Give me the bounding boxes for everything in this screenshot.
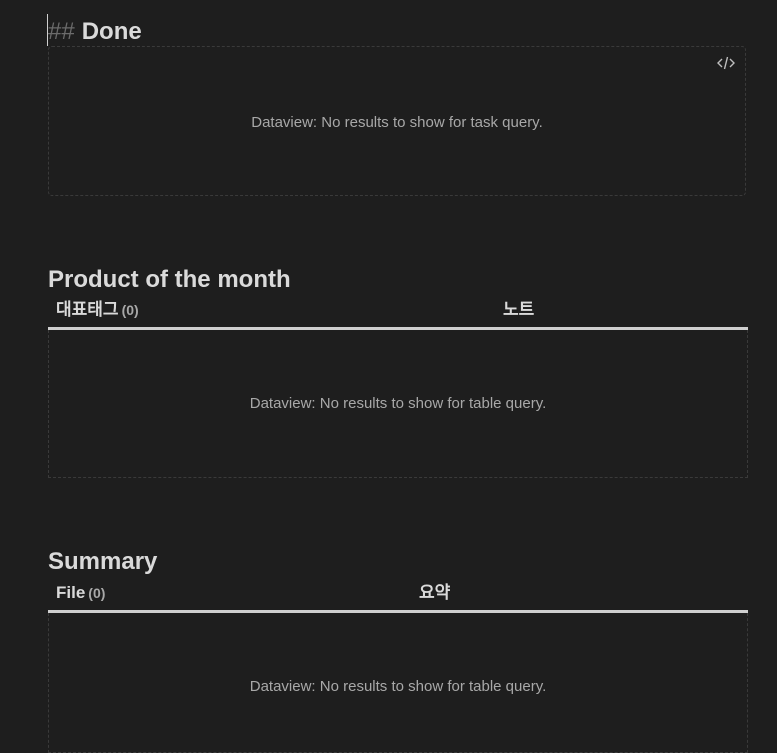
- table-query-empty-message: Dataview: No results to show for table q…: [249, 678, 547, 695]
- task-query-empty-message: Dataview: No results to show for task qu…: [251, 114, 543, 131]
- heading-done[interactable]: ## Done: [48, 16, 142, 48]
- heading-summary: Summary: [48, 548, 158, 575]
- summary-table-empty: Dataview: No results to show for table q…: [48, 613, 748, 753]
- column-header-summary[interactable]: 요약: [419, 580, 450, 606]
- heading-product-of-the-month: Product of the month: [48, 266, 291, 293]
- column-header-tag-label: 대표태그: [56, 300, 119, 319]
- column-header-file[interactable]: File (0): [56, 580, 105, 606]
- result-count: (0): [88, 585, 106, 601]
- product-table-header: 대표태그 (0) 노트: [48, 297, 748, 330]
- dataview-task-block[interactable]: Dataview: No results to show for task qu…: [48, 46, 746, 196]
- heading-done-text: Done: [81, 18, 142, 45]
- summary-table-header: File (0) 요약: [48, 580, 748, 613]
- heading-marker: ##: [48, 18, 75, 45]
- code-icon[interactable]: [717, 55, 735, 71]
- product-table-empty: Dataview: No results to show for table q…: [48, 330, 748, 478]
- table-query-empty-message: Dataview: No results to show for table q…: [249, 395, 547, 412]
- column-header-note[interactable]: 노트: [503, 297, 534, 323]
- result-count: (0): [121, 302, 139, 318]
- column-header-file-label: File: [56, 583, 86, 602]
- column-header-tag[interactable]: 대표태그 (0): [56, 297, 139, 323]
